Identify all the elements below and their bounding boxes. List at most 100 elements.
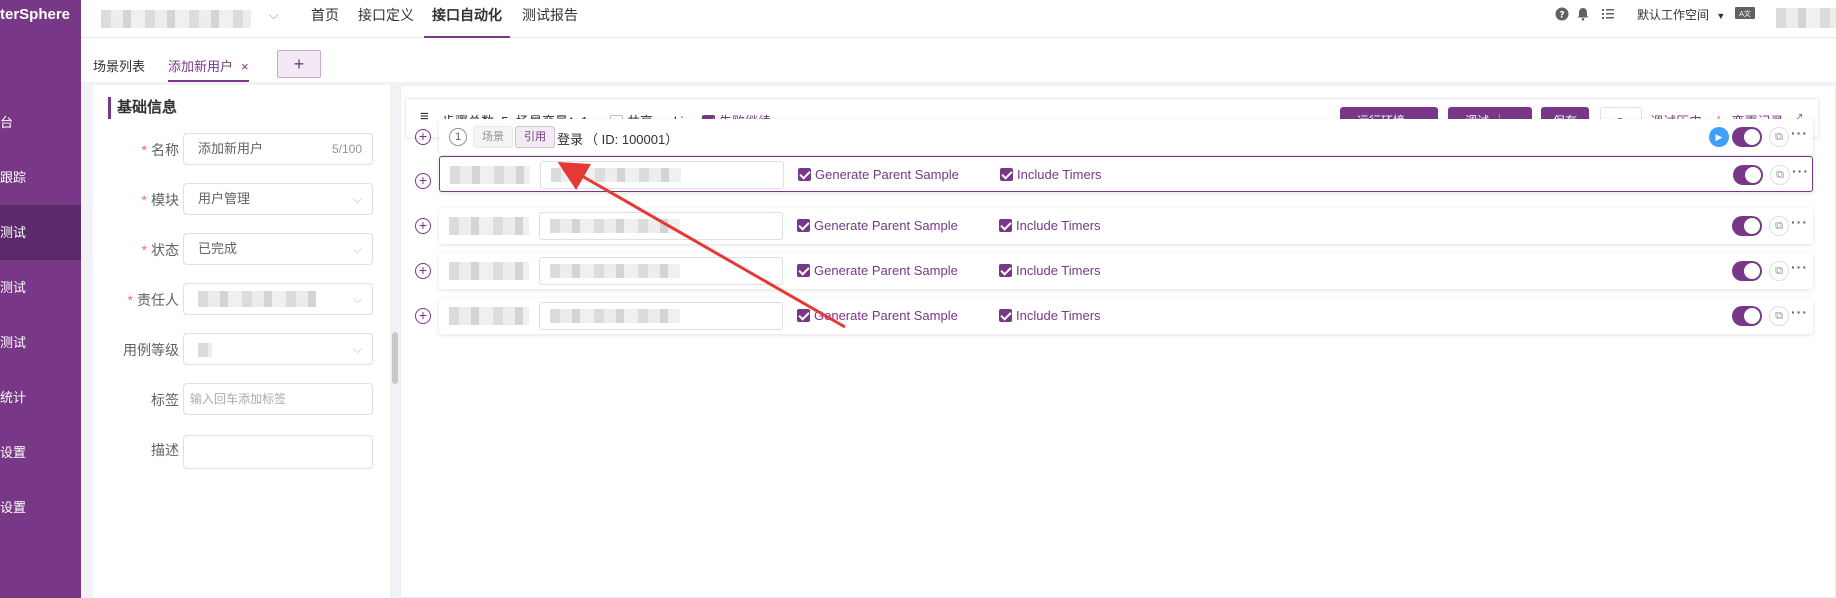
step-row[interactable]: Generate Parent Sample Include Timers ⧉ …: [439, 208, 1813, 244]
copy-icon[interactable]: ⧉: [1769, 216, 1789, 236]
module-select[interactable]: 用户管理 ⌵: [183, 183, 373, 215]
checkbox-checked-icon: [999, 219, 1012, 232]
include-timers-checkbox[interactable]: Include Timers: [999, 218, 1101, 233]
step-row[interactable]: 1 场景 引用 登录 （ ID: 100001） ▶ ⧉ ···: [439, 119, 1813, 155]
name-input[interactable]: 添加新用户 5/100: [183, 133, 373, 165]
add-tab-button[interactable]: +: [277, 50, 321, 78]
chevron-down-icon: ⌵: [352, 292, 362, 306]
more-icon[interactable]: ···: [1791, 125, 1808, 141]
copy-icon[interactable]: ⧉: [1769, 127, 1789, 147]
sidebar-item-workbench[interactable]: 台: [0, 95, 81, 150]
step-row[interactable]: Generate Parent Sample Include Timers ⧉ …: [439, 156, 1813, 192]
nav-api-definition[interactable]: 接口定义: [358, 0, 414, 38]
sidebar-item-tracking[interactable]: 跟踪: [0, 150, 81, 205]
nav-home[interactable]: 首页: [311, 0, 339, 38]
sidebar-item-api-test[interactable]: 测试: [0, 205, 81, 260]
copy-icon[interactable]: ⧉: [1770, 165, 1790, 185]
generate-parent-sample-checkbox[interactable]: Generate Parent Sample: [797, 308, 958, 323]
more-icon[interactable]: ···: [1791, 214, 1808, 230]
task-list-icon[interactable]: [1600, 7, 1616, 23]
generate-parent-sample-checkbox[interactable]: Generate Parent Sample: [797, 218, 958, 233]
user-menu[interactable]: [1776, 8, 1836, 28]
char-count: 5/100: [331, 142, 362, 156]
owner-select[interactable]: ⌵: [183, 283, 373, 315]
chevron-down-icon[interactable]: ⌵: [269, 8, 278, 23]
chevron-down-icon: ⌵: [352, 192, 362, 206]
step-row[interactable]: Generate Parent Sample Include Timers ⧉ …: [439, 298, 1813, 334]
include-timers-checkbox[interactable]: Include Timers: [1000, 167, 1102, 182]
nav-api-automation[interactable]: 接口自动化: [424, 0, 510, 38]
step-name-input[interactable]: [539, 257, 783, 285]
nav-test-report[interactable]: 测试报告: [522, 0, 578, 38]
step-id: （ ID: 100001）: [585, 132, 679, 147]
tab-add-new-user[interactable]: 添加新用户 ×: [168, 56, 249, 82]
menu-icon[interactable]: ≡: [420, 108, 429, 125]
status-select[interactable]: 已完成 ⌵: [183, 233, 373, 265]
more-icon[interactable]: ···: [1791, 304, 1808, 320]
include-timers-checkbox[interactable]: Include Timers: [999, 308, 1101, 323]
bell-icon[interactable]: [1575, 7, 1591, 23]
checkbox-checked-icon: [797, 309, 810, 322]
sidebar-item-stats[interactable]: 统计: [0, 370, 81, 425]
tags-label: 标签: [151, 392, 179, 408]
copy-icon[interactable]: ⧉: [1769, 306, 1789, 326]
include-timers-checkbox[interactable]: Include Timers: [999, 263, 1101, 278]
name-label: * 名称: [141, 142, 179, 158]
module-value: 用户管理: [198, 191, 251, 206]
close-icon[interactable]: ×: [241, 59, 249, 74]
enable-toggle[interactable]: [1732, 261, 1762, 281]
step-label-redacted: [449, 217, 529, 235]
add-step-icon[interactable]: +: [415, 263, 431, 279]
sidebar-item-label: 设置: [0, 445, 27, 460]
svg-text:?: ?: [1559, 11, 1564, 21]
workspace-selector[interactable]: 默认工作空间 ▼: [1637, 0, 1725, 31]
checkbox-checked-icon: [798, 168, 811, 181]
tab-scenario-list[interactable]: 场景列表: [93, 56, 145, 75]
generate-parent-sample-checkbox[interactable]: Generate Parent Sample: [797, 263, 958, 278]
checkbox-checked-icon: [999, 264, 1012, 277]
enable-toggle[interactable]: [1732, 306, 1762, 326]
sidebar-item-ui-test[interactable]: 测试: [0, 315, 81, 370]
description-textarea[interactable]: [183, 435, 373, 469]
add-step-icon[interactable]: +: [415, 218, 431, 234]
add-step-icon[interactable]: +: [415, 129, 431, 145]
sidebar: terSphere 台 跟踪 测试 测试 测试 统计 设置 设置: [0, 0, 81, 598]
checkbox-checked-icon: [1000, 168, 1013, 181]
workspace-name: 默认工作空间: [1637, 8, 1710, 22]
language-icon[interactable]: A文: [1735, 7, 1755, 23]
more-icon[interactable]: ···: [1791, 259, 1808, 275]
more-icon[interactable]: ···: [1792, 163, 1809, 179]
step-name-input[interactable]: [540, 161, 784, 189]
copy-icon[interactable]: ⧉: [1769, 261, 1789, 281]
step-label-redacted: [449, 262, 529, 280]
add-step-icon[interactable]: +: [415, 308, 431, 324]
name-value: 添加新用户: [198, 141, 264, 156]
module-label: * 模块: [141, 192, 179, 208]
brand-logo-text: terSphere: [0, 6, 71, 23]
step-name-input[interactable]: [539, 302, 783, 330]
add-step-icon[interactable]: +: [415, 173, 431, 189]
chevron-down-icon: ⌵: [352, 342, 362, 356]
play-icon[interactable]: ▶: [1709, 127, 1729, 147]
step-row[interactable]: Generate Parent Sample Include Timers ⧉ …: [439, 253, 1813, 289]
tags-placeholder: 输入回车添加标签: [190, 392, 287, 406]
sidebar-item-label: 统计: [0, 390, 27, 405]
level-select[interactable]: ⌵: [183, 333, 373, 365]
enable-toggle[interactable]: [1732, 127, 1762, 147]
sidebar-item-label: 测试: [0, 225, 27, 240]
sidebar-item-perf-test[interactable]: 测试: [0, 260, 81, 315]
step-name-input[interactable]: [539, 212, 783, 240]
scenario-tabs: 场景列表 添加新用户 × +: [81, 38, 1836, 82]
help-icon[interactable]: ?: [1554, 7, 1570, 23]
step-index: 1: [449, 128, 467, 146]
enable-toggle[interactable]: [1733, 165, 1763, 185]
sidebar-item-system-settings[interactable]: 设置: [0, 480, 81, 535]
project-selector[interactable]: [101, 10, 251, 28]
sidebar-item-project-settings[interactable]: 设置: [0, 425, 81, 480]
tags-input[interactable]: 输入回车添加标签: [183, 383, 373, 415]
generate-parent-sample-checkbox[interactable]: Generate Parent Sample: [798, 167, 959, 182]
enable-toggle[interactable]: [1732, 216, 1762, 236]
panel-resize-handle[interactable]: [392, 332, 398, 384]
checkbox-checked-icon: [797, 219, 810, 232]
sidebar-item-label: 设置: [0, 500, 27, 515]
